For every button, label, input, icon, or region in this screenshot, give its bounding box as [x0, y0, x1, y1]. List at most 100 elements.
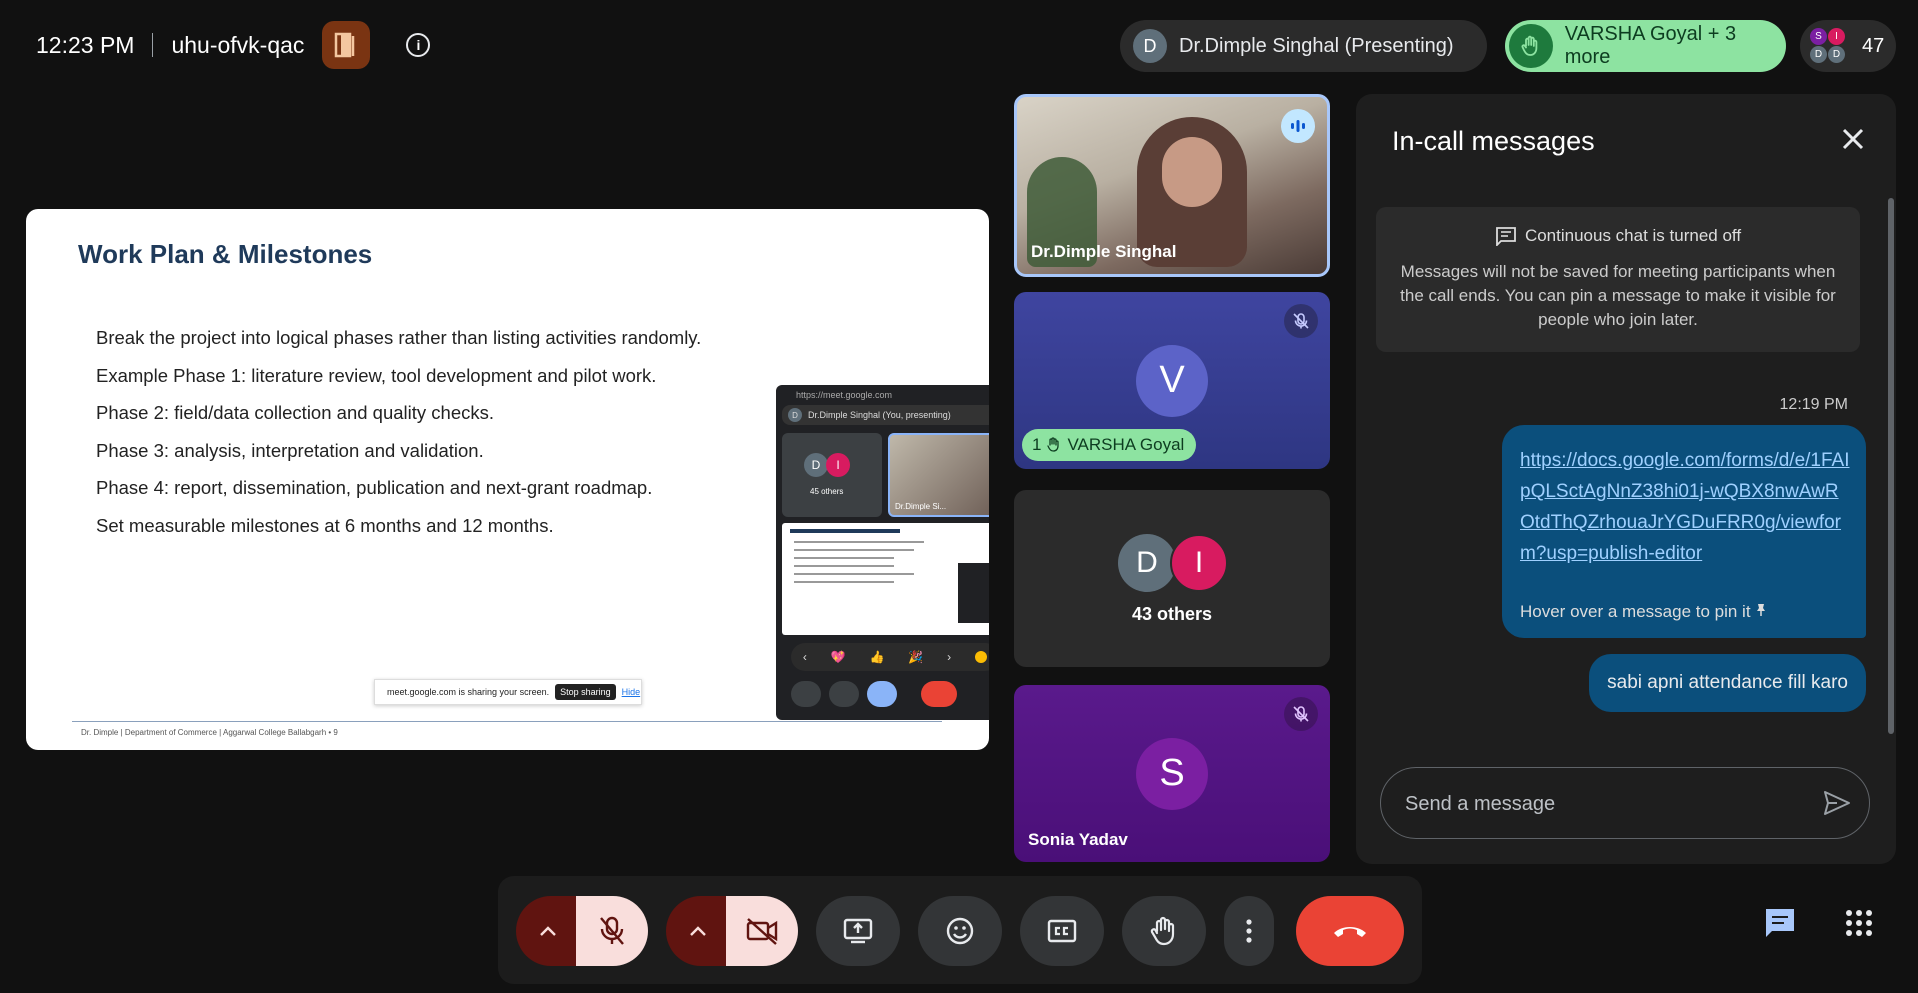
mic-off-icon — [600, 916, 624, 945]
mini-avatar: S — [1810, 28, 1827, 45]
in-call-messages-panel: In-call messages Continuous chat is turn… — [1356, 94, 1896, 864]
present-screen-button[interactable] — [816, 896, 900, 966]
participant-avatar-d: D — [1118, 534, 1176, 592]
mini-thumbs-up-icon[interactable]: 👍 — [870, 650, 885, 664]
message-text: sabi apni attendance fill karo — [1607, 672, 1848, 693]
pin-hint-text: Hover over a message to pin it — [1520, 602, 1751, 621]
tile-dimple-singhal[interactable]: Dr.Dimple Singhal — [1014, 94, 1330, 277]
send-message-input[interactable] — [1403, 788, 1797, 820]
slide-bullet: Set measurable milestones at 6 months an… — [96, 514, 554, 536]
send-icon[interactable] — [1823, 790, 1851, 816]
speaking-icon — [1281, 109, 1315, 143]
meeting-info-icon[interactable]: i — [406, 33, 431, 57]
participant-count: 47 — [1862, 34, 1885, 57]
participants-chip[interactable]: S I D D 47 — [1800, 20, 1896, 72]
divider — [152, 33, 154, 57]
activities-button[interactable] — [1844, 908, 1874, 943]
mini-avatar: D — [1828, 46, 1845, 63]
clock: 12:23 PM — [36, 31, 135, 58]
mini-presenter-bar: D Dr.Dimple Singhal (You, presenting) — [782, 405, 989, 425]
raised-hand-icon — [1509, 24, 1553, 68]
message-timestamp: 12:19 PM — [1779, 396, 1848, 413]
mini-present-icon[interactable] — [867, 681, 897, 707]
mini-self-name: Dr.Dimple Si... — [895, 502, 947, 511]
camera-button[interactable] — [726, 896, 798, 966]
emoji-icon — [946, 917, 974, 945]
audio-options-button[interactable] — [516, 896, 580, 966]
mic-off-icon — [1284, 304, 1318, 338]
mini-more-icon[interactable] — [905, 681, 913, 707]
hide-link[interactable]: Hide — [622, 687, 641, 697]
participant-avatar-i: I — [1170, 534, 1228, 592]
mini-others-label: 45 others — [810, 487, 844, 496]
tile-43-others[interactable]: D I 43 others — [1014, 490, 1330, 667]
mini-next-icon[interactable]: › — [947, 650, 951, 664]
microphone-button[interactable] — [576, 896, 648, 966]
footer-divider — [72, 721, 942, 722]
raised-hand-icon — [1047, 437, 1060, 452]
hand-icon — [1150, 916, 1175, 946]
apps-grid-icon — [1846, 910, 1872, 936]
notice-body: Messages will not be saved for meeting p… — [1400, 262, 1836, 329]
sharing-text: meet.google.com is sharing your screen. — [387, 687, 550, 697]
mini-heart-icon[interactable]: 💖 — [831, 650, 846, 664]
mini-party-icon[interactable]: 🎉 — [908, 650, 923, 664]
mini-others-tile: D I 45 others — [782, 433, 882, 517]
raised-hand-badge: 1 VARSHA Goyal — [1022, 429, 1197, 461]
notice-header: Continuous chat is turned off — [1376, 226, 1860, 246]
continuous-chat-notice: Continuous chat is turned off Messages w… — [1376, 207, 1860, 352]
mini-prev-icon[interactable]: ‹ — [803, 650, 807, 664]
more-vert-icon — [1246, 919, 1252, 943]
slide-bullet: Break the project into logical phases ra… — [96, 327, 702, 348]
chevron-up-icon — [690, 926, 706, 936]
raised-hands-chip[interactable]: VARSHA Goyal + 3 more — [1505, 20, 1786, 72]
call-controls — [498, 876, 1422, 984]
close-icon[interactable] — [1838, 124, 1868, 154]
mini-avatar: D — [1810, 46, 1827, 63]
mini-mic-icon[interactable] — [791, 681, 821, 707]
mini-presenter-avatar: D — [788, 408, 802, 422]
meeting-code: uhu-ofvk-qac — [171, 31, 305, 58]
mini-emoji-icon[interactable] — [975, 651, 987, 663]
raised-hands-label: VARSHA Goyal + 3 more — [1564, 23, 1737, 68]
participant-avatar: V — [1136, 344, 1208, 417]
chat-bubble-icon — [1496, 227, 1516, 246]
meet-mini-window: https://meet.google.com D Dr.Dimple Sing… — [776, 385, 989, 720]
mini-url: https://meet.google.com — [796, 390, 893, 400]
reactions-button[interactable] — [918, 896, 1002, 966]
pin-icon — [1757, 604, 1766, 616]
chat-icon — [1766, 909, 1794, 937]
tile-sonia-yadav[interactable]: S Sonia Yadav — [1014, 685, 1330, 862]
raise-hand-button[interactable] — [1122, 896, 1206, 966]
host-controls-icon[interactable] — [322, 21, 371, 69]
message-bubble[interactable]: sabi apni attendance fill karo — [1589, 654, 1866, 712]
screen-sharing-bar: meet.google.com is sharing your screen. … — [374, 679, 642, 705]
more-options-button[interactable] — [1224, 896, 1274, 966]
stop-sharing-button[interactable]: Stop sharing — [555, 684, 616, 700]
mini-avatar-d: D — [804, 453, 828, 477]
video-options-button[interactable] — [666, 896, 730, 966]
message-bubble[interactable]: https://docs.google.com/forms/d/e/1FAIpQ… — [1502, 425, 1866, 638]
chat-button[interactable] — [1762, 905, 1798, 946]
mini-camera-icon[interactable] — [829, 681, 859, 707]
tile-varsha-goyal[interactable]: V 1 VARSHA Goyal — [1014, 292, 1330, 469]
slide-bullet: Phase 4: report, dissemination, publicat… — [96, 477, 653, 498]
pin-hint: Hover over a message to pin it — [1520, 602, 1767, 622]
present-screen-icon — [843, 918, 873, 944]
hand-queue-number: 1 — [1032, 435, 1042, 454]
mini-controls — [791, 677, 989, 711]
notice-title: Continuous chat is turned off — [1524, 226, 1742, 245]
camera-off-icon — [746, 918, 778, 945]
leave-call-button[interactable] — [1296, 896, 1404, 966]
mic-off-icon — [1284, 697, 1318, 731]
scrollbar[interactable] — [1888, 198, 1894, 734]
mini-end-call-icon[interactable] — [921, 681, 957, 707]
presenter-chip[interactable]: D Dr.Dimple Singhal (Presenting) — [1120, 20, 1487, 72]
slide-title: Work Plan & Milestones — [78, 239, 373, 269]
message-input-box[interactable] — [1380, 767, 1870, 839]
presentation-slide: Work Plan & Milestones Break the project… — [26, 209, 989, 750]
form-link[interactable]: https://docs.google.com/forms/d/e/1FAIpQ… — [1520, 445, 1850, 569]
captions-button[interactable] — [1020, 896, 1104, 966]
slide-bullet: Example Phase 1: literature review, tool… — [96, 364, 657, 386]
presenter-avatar: D — [1133, 29, 1167, 63]
